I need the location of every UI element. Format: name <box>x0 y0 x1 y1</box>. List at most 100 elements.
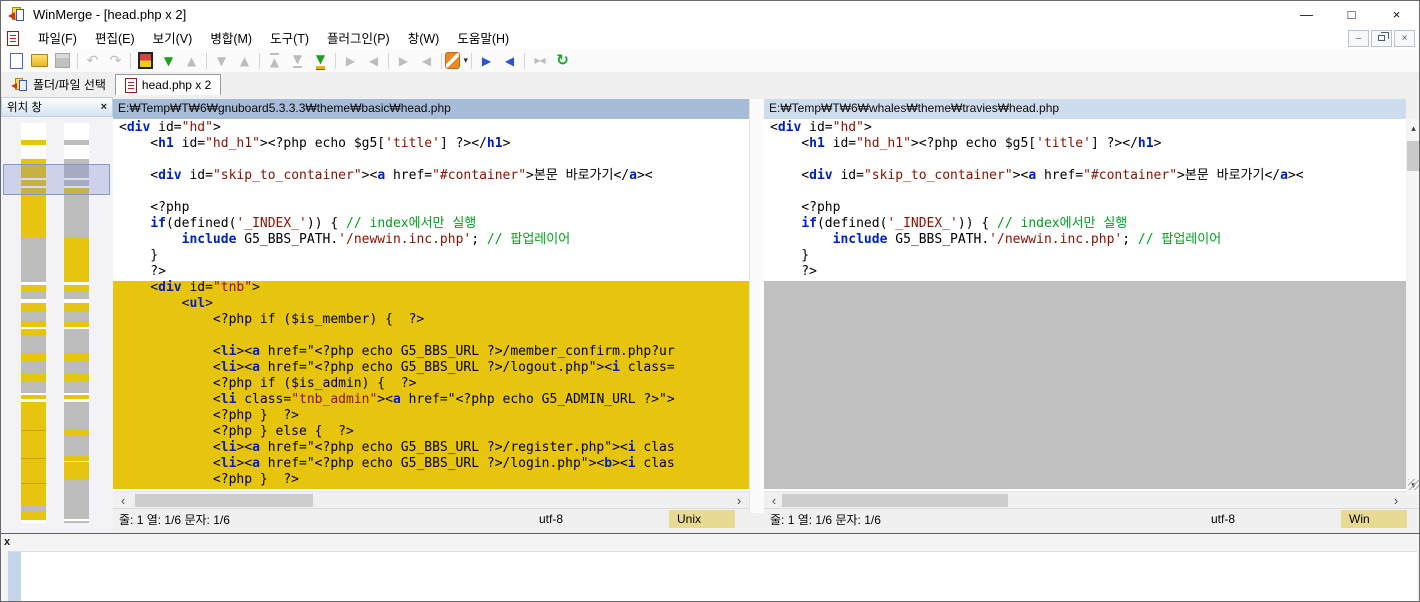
code-line: ?> <box>770 264 1406 280</box>
code-line: <li><a href="<?php echo G5_BBS_URL ?>/lo… <box>119 360 749 376</box>
previous-conflict-button[interactable]: ▲ <box>233 50 256 72</box>
diff-band <box>21 459 46 483</box>
menu-tools[interactable]: 도구(T) <box>261 30 318 48</box>
menu-items: 파일(F)편집(E)보기(V)병합(M)도구(T)플러그인(P)창(W)도움말(… <box>29 28 518 48</box>
location-viewport-indicator[interactable] <box>3 164 110 195</box>
menu-plugins[interactable]: 플러그인(P) <box>318 30 399 48</box>
close-button[interactable]: × <box>1374 1 1419 27</box>
options-button[interactable]: ▾ <box>445 50 468 72</box>
pane-splitter[interactable] <box>749 99 764 513</box>
left-code-editor[interactable]: <div id="hd"> <h1 id="hd_h1"><?php echo … <box>113 119 749 491</box>
first-difference-button[interactable]: ▲ <box>263 50 286 72</box>
last-difference-button[interactable]: ▼ <box>309 50 332 72</box>
menubar: 파일(F)편집(E)보기(V)병합(M)도구(T)플러그인(P)창(W)도움말(… <box>1 27 1419 49</box>
copy-left-advance-button[interactable]: ◀ <box>415 50 438 72</box>
tab-head-php[interactable]: head.php x 2 <box>115 74 221 95</box>
diff-band <box>21 353 46 361</box>
code-line: if(defined('_INDEX_')) { // index에서만 실행 <box>119 216 749 232</box>
code-line <box>770 184 1406 200</box>
left-file-path-header[interactable]: E:₩Temp₩T₩6₩gnuboard5.3.3.3₩theme₩basic₩… <box>113 99 749 119</box>
save-button[interactable] <box>51 50 74 72</box>
view-differences-button[interactable] <box>134 50 157 72</box>
diff-band <box>21 381 46 393</box>
mdi-minimize-button[interactable]: – <box>1348 30 1369 47</box>
menu-help[interactable]: 도움말(H) <box>448 30 518 48</box>
toolbar-separator <box>130 53 131 69</box>
menu-window[interactable]: 창(W) <box>399 30 449 48</box>
next-difference-button[interactable]: ▼ <box>157 50 180 72</box>
scroll-left-arrow[interactable]: ‹ <box>115 492 131 509</box>
menu-merge[interactable]: 병합(M) <box>201 30 261 48</box>
right-file-pane: E:₩Temp₩T₩6₩whales₩theme₩travies₩head.ph… <box>764 99 1420 529</box>
copy-right-button[interactable]: ▶ <box>339 50 362 72</box>
copy-all-right-button[interactable]: ▶ <box>475 50 498 72</box>
current-difference-button[interactable]: ▼ <box>286 50 309 72</box>
scroll-thumb[interactable] <box>135 494 313 507</box>
location-pane-header: 위치 창 × <box>1 97 113 117</box>
code-line: <li class="tnb_admin"><a href="<?php ech… <box>119 392 749 408</box>
winmerge-window: WinMerge - [head.php x 2] — □ × 파일(F)편집(… <box>0 0 1420 602</box>
maximize-button[interactable]: □ <box>1329 1 1374 27</box>
open-button[interactable] <box>28 50 51 72</box>
diff-band <box>21 145 46 159</box>
code-line: <div id="hd"> <box>119 120 749 136</box>
scroll-right-arrow[interactable]: › <box>1388 492 1404 509</box>
tabbar: 폴더/파일 선택 head.php x 2 <box>1 73 1419 95</box>
left-horizontal-scrollbar[interactable]: ‹ › <box>113 491 749 508</box>
copy-left-button[interactable]: ◀ <box>362 50 385 72</box>
location-pane-close-button[interactable]: × <box>101 101 107 113</box>
menu-view[interactable]: 보기(V) <box>144 30 202 48</box>
next-conflict-button[interactable]: ▼ <box>210 50 233 72</box>
code-line: ?> <box>119 264 749 280</box>
toolbar-separator <box>335 53 336 69</box>
minimize-button[interactable]: — <box>1284 1 1329 27</box>
document-icon <box>7 31 19 46</box>
toolbar-separator <box>77 53 78 69</box>
output-pane-content <box>8 551 1417 601</box>
auto-merge-button[interactable]: ▶◀ <box>528 50 551 72</box>
copy-all-left-button[interactable]: ◀ <box>498 50 521 72</box>
diff-band <box>21 484 46 506</box>
mdi-close-button[interactable]: × <box>1394 30 1415 47</box>
code-line: } <box>119 248 749 264</box>
scroll-thumb[interactable] <box>1407 141 1420 171</box>
scroll-up-arrow[interactable]: ▴ <box>1406 121 1420 136</box>
toolbar-separator <box>388 53 389 69</box>
tab-folder-file-select[interactable]: 폴더/파일 선택 <box>3 74 115 95</box>
code-line: <?php } ?> <box>119 472 749 488</box>
diff-band <box>21 361 46 374</box>
menu-edit[interactable]: 편집(E) <box>86 30 144 48</box>
right-code-editor[interactable]: <div id="hd"> <h1 id="hd_h1"><?php echo … <box>764 119 1406 491</box>
code-line: include G5_BBS_PATH.'/newwin.inc.php'; /… <box>770 232 1406 248</box>
code-line: <?php if ($is_member) { ?> <box>119 312 749 328</box>
location-pane: 위치 창 × <box>1 97 113 533</box>
code-line: <div id="hd"> <box>770 120 1406 136</box>
code-line <box>119 184 749 200</box>
undo-button[interactable]: ↶ <box>81 50 104 72</box>
scroll-left-arrow[interactable]: ‹ <box>766 492 782 509</box>
right-file-path-header[interactable]: E:₩Temp₩T₩6₩whales₩theme₩travies₩head.ph… <box>764 99 1406 119</box>
output-pane: x <box>1 533 1419 602</box>
mdi-restore-button[interactable] <box>1371 30 1392 47</box>
copy-right-advance-button[interactable]: ▶ <box>392 50 415 72</box>
refresh-button[interactable]: ↻ <box>551 50 574 72</box>
code-line: <h1 id="hd_h1"><?php echo $g5['title'] ?… <box>119 136 749 152</box>
previous-difference-button[interactable]: ▲ <box>180 50 203 72</box>
window-title: WinMerge - [head.php x 2] <box>33 7 186 22</box>
resize-grip[interactable] <box>1408 479 1419 490</box>
compare-area: 위치 창 × E:₩Temp₩T₩6₩gnuboard5.3.3.3₩theme… <box>1 95 1419 533</box>
output-pane-close-button[interactable]: x <box>4 536 10 548</box>
redo-button[interactable]: ↷ <box>104 50 127 72</box>
diff-band <box>64 123 89 140</box>
code-line: <div id="skip_to_container"><a href="#co… <box>119 168 749 184</box>
new-file-button[interactable] <box>5 50 28 72</box>
scroll-right-arrow[interactable]: › <box>731 492 747 509</box>
diff-band <box>21 402 46 430</box>
menu-file[interactable]: 파일(F) <box>29 30 86 48</box>
right-horizontal-scrollbar[interactable]: ‹ › <box>764 491 1406 508</box>
diff-band <box>21 303 46 311</box>
code-line: <li><a href="<?php echo G5_BBS_URL ?>/lo… <box>119 456 749 472</box>
vertical-scrollbar[interactable]: ▴ ▾ <box>1406 119 1420 495</box>
toolbar-separator <box>524 53 525 69</box>
scroll-thumb[interactable] <box>782 494 1008 507</box>
